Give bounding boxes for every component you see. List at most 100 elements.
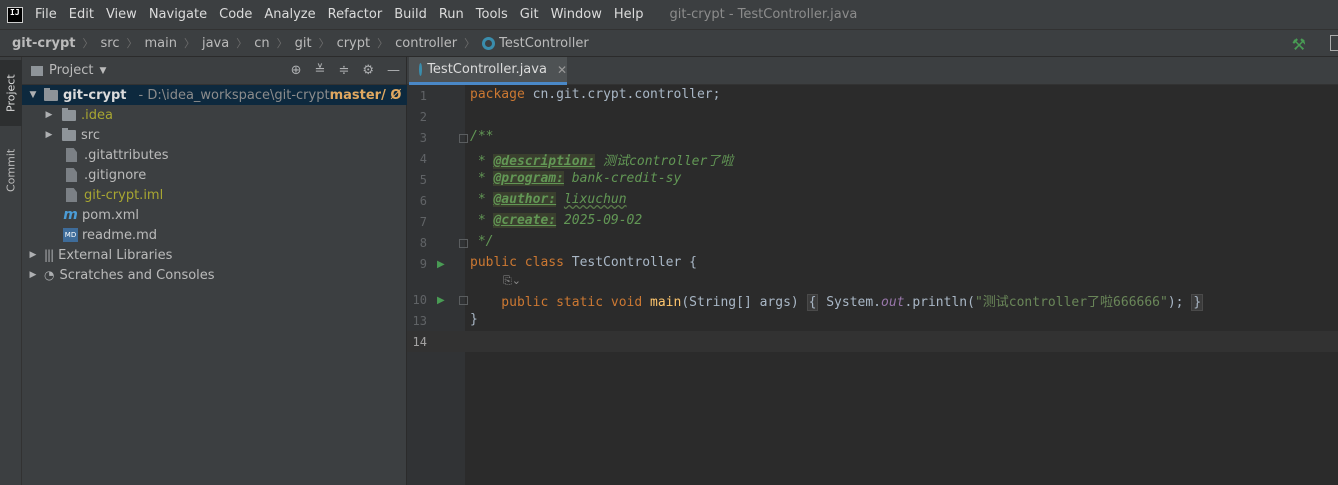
gear-icon[interactable]: ⚙: [362, 63, 374, 78]
breadcrumb-crypt[interactable]: crypt: [337, 36, 371, 51]
breadcrumb-cn[interactable]: cn: [254, 36, 269, 51]
project-panel: Project ▼ ⊕ ≚ ≑ ⚙ — ▼ git-crypt - D:\ide…: [22, 57, 407, 485]
code-line-6: * @author: lixuchun: [470, 192, 627, 207]
line-number: 8: [419, 236, 427, 250]
editor-gutter: [407, 85, 465, 485]
javadoc-tag: @create:: [493, 213, 557, 228]
line-number: 9: [419, 257, 427, 271]
collapsed-arrow-icon[interactable]: ▶: [28, 270, 38, 280]
menu-run[interactable]: Run: [439, 7, 464, 22]
chevron-down-icon[interactable]: ▼: [99, 66, 106, 76]
tree-item-label: External Libraries: [58, 247, 173, 263]
collapsed-arrow-icon[interactable]: ▶: [28, 250, 38, 260]
breadcrumb-testcontroller[interactable]: TestController: [499, 36, 589, 51]
code-editor[interactable]: [465, 85, 1338, 485]
line-number: 1: [419, 89, 427, 103]
fold-toggle-icon[interactable]: [459, 239, 468, 248]
maven-icon: m: [63, 207, 78, 223]
menu-code[interactable]: Code: [219, 7, 252, 22]
tree-item-label: git-crypt.iml: [84, 187, 164, 203]
commit-tool-tab[interactable]: Commit: [0, 137, 22, 203]
breadcrumb: git-crypt 〉 src 〉 main 〉 java 〉 cn 〉 git 〉 cry…: [0, 29, 1338, 57]
run-class-icon[interactable]: ▶: [437, 259, 445, 270]
string-literal: "测试controller了啦666666": [974, 295, 1168, 310]
breadcrumb-controller[interactable]: controller: [395, 36, 457, 51]
tree-row-iml[interactable]: git-crypt.iml: [22, 185, 407, 205]
expand-all-icon[interactable]: ≚: [315, 63, 326, 78]
javadoc-close: */: [470, 234, 494, 249]
menu-view[interactable]: View: [106, 7, 137, 22]
menu-navigate[interactable]: Navigate: [149, 7, 207, 22]
code-line-9: public class TestController {: [470, 255, 697, 270]
code-text: System.: [818, 295, 882, 310]
menu-file[interactable]: File: [35, 7, 57, 22]
chevron-right-icon: 〉: [82, 37, 94, 50]
locate-file-icon[interactable]: ⊕: [291, 63, 302, 78]
tree-row-scratches[interactable]: ▶ ◔ Scratches and Consoles: [22, 265, 407, 285]
menu-build[interactable]: Build: [394, 7, 427, 22]
class-declaration: TestController {: [563, 255, 697, 270]
menu-refactor[interactable]: Refactor: [328, 7, 383, 22]
folder-icon: [62, 107, 76, 121]
menu-git[interactable]: Git: [520, 7, 539, 22]
javadoc-open: /**: [470, 129, 494, 144]
collapse-all-icon[interactable]: ≑: [338, 63, 349, 78]
line-number: 2: [419, 110, 427, 124]
javadoc-tag: @program:: [493, 171, 564, 186]
menu-tools[interactable]: Tools: [476, 7, 508, 22]
tree-row-external-libraries[interactable]: ▶ ||| External Libraries: [22, 245, 407, 265]
expanded-arrow-icon[interactable]: ▼: [28, 90, 38, 100]
breadcrumb-java[interactable]: java: [202, 36, 229, 51]
fold-toggle-icon[interactable]: [459, 296, 468, 305]
javadoc-value: lixuchun: [563, 192, 627, 207]
module-file-icon: [66, 188, 77, 202]
line-number: 4: [419, 152, 427, 166]
hide-panel-icon[interactable]: —: [387, 63, 400, 78]
tree-row-pom[interactable]: m pom.xml: [22, 205, 407, 225]
gitignore-file-icon: [66, 168, 77, 182]
collapsed-arrow-icon[interactable]: ▶: [44, 130, 54, 140]
build-hammer-icon[interactable]: ⚒: [1292, 35, 1306, 54]
git-branch-label: master/ Ø: [329, 87, 402, 103]
tree-row-gitattributes[interactable]: .gitattributes: [22, 145, 407, 165]
close-icon[interactable]: ✕: [557, 63, 567, 77]
tree-row-project-root[interactable]: ▼ git-crypt - D:\idea_workspace\git-cryp…: [22, 85, 407, 105]
tree-item-label: .idea: [81, 107, 113, 123]
run-main-icon[interactable]: ▶: [437, 295, 445, 306]
line-number: 10: [412, 293, 427, 307]
tree-row-readme[interactable]: MD readme.md: [22, 225, 407, 245]
tree-item-label: Scratches and Consoles: [59, 267, 215, 283]
project-tool-tab[interactable]: Project: [0, 60, 22, 126]
project-root-name: git-crypt: [63, 87, 127, 103]
project-root-path-value: D:\idea_workspace\git-crypt: [147, 87, 330, 103]
breadcrumb-git[interactable]: git: [295, 36, 312, 51]
inlay-hint-icon[interactable]: ⎘⌄: [503, 274, 521, 288]
folded-brace-open[interactable]: {: [806, 294, 819, 311]
menu-edit[interactable]: Edit: [69, 7, 94, 22]
tree-row-idea[interactable]: ▶ .idea: [22, 105, 407, 125]
fold-toggle-icon[interactable]: [459, 134, 468, 143]
folded-brace-close[interactable]: }: [1191, 294, 1204, 311]
menu-help[interactable]: Help: [614, 7, 644, 22]
code-line-4: * @description: 测试controller了啦: [470, 150, 733, 169]
tab-testcontroller-java[interactable]: TestController.java ✕: [409, 57, 567, 85]
module-folder-icon: [44, 87, 58, 101]
line-number: 6: [419, 194, 427, 208]
caret-row-highlight: [407, 331, 1338, 352]
chevron-right-icon: 〉: [183, 37, 195, 50]
library-icon: |||: [44, 248, 54, 262]
tree-row-src[interactable]: ▶ src: [22, 125, 407, 145]
project-panel-title[interactable]: Project: [49, 63, 93, 78]
breadcrumb-project[interactable]: git-crypt: [12, 36, 75, 51]
code-line-5: * @program: bank-credit-sy: [470, 171, 681, 186]
menu-window[interactable]: Window: [551, 7, 602, 22]
tree-row-gitignore[interactable]: .gitignore: [22, 165, 407, 185]
menu-analyze[interactable]: Analyze: [264, 7, 315, 22]
code-line-3: /**: [470, 129, 493, 144]
folder-icon: [62, 127, 76, 141]
breadcrumb-main[interactable]: main: [144, 36, 176, 51]
keyword: public static void: [470, 295, 643, 310]
collapsed-arrow-icon[interactable]: ▶: [44, 110, 54, 120]
breadcrumb-src[interactable]: src: [100, 36, 119, 51]
run-config-selector[interactable]: [1330, 35, 1338, 51]
